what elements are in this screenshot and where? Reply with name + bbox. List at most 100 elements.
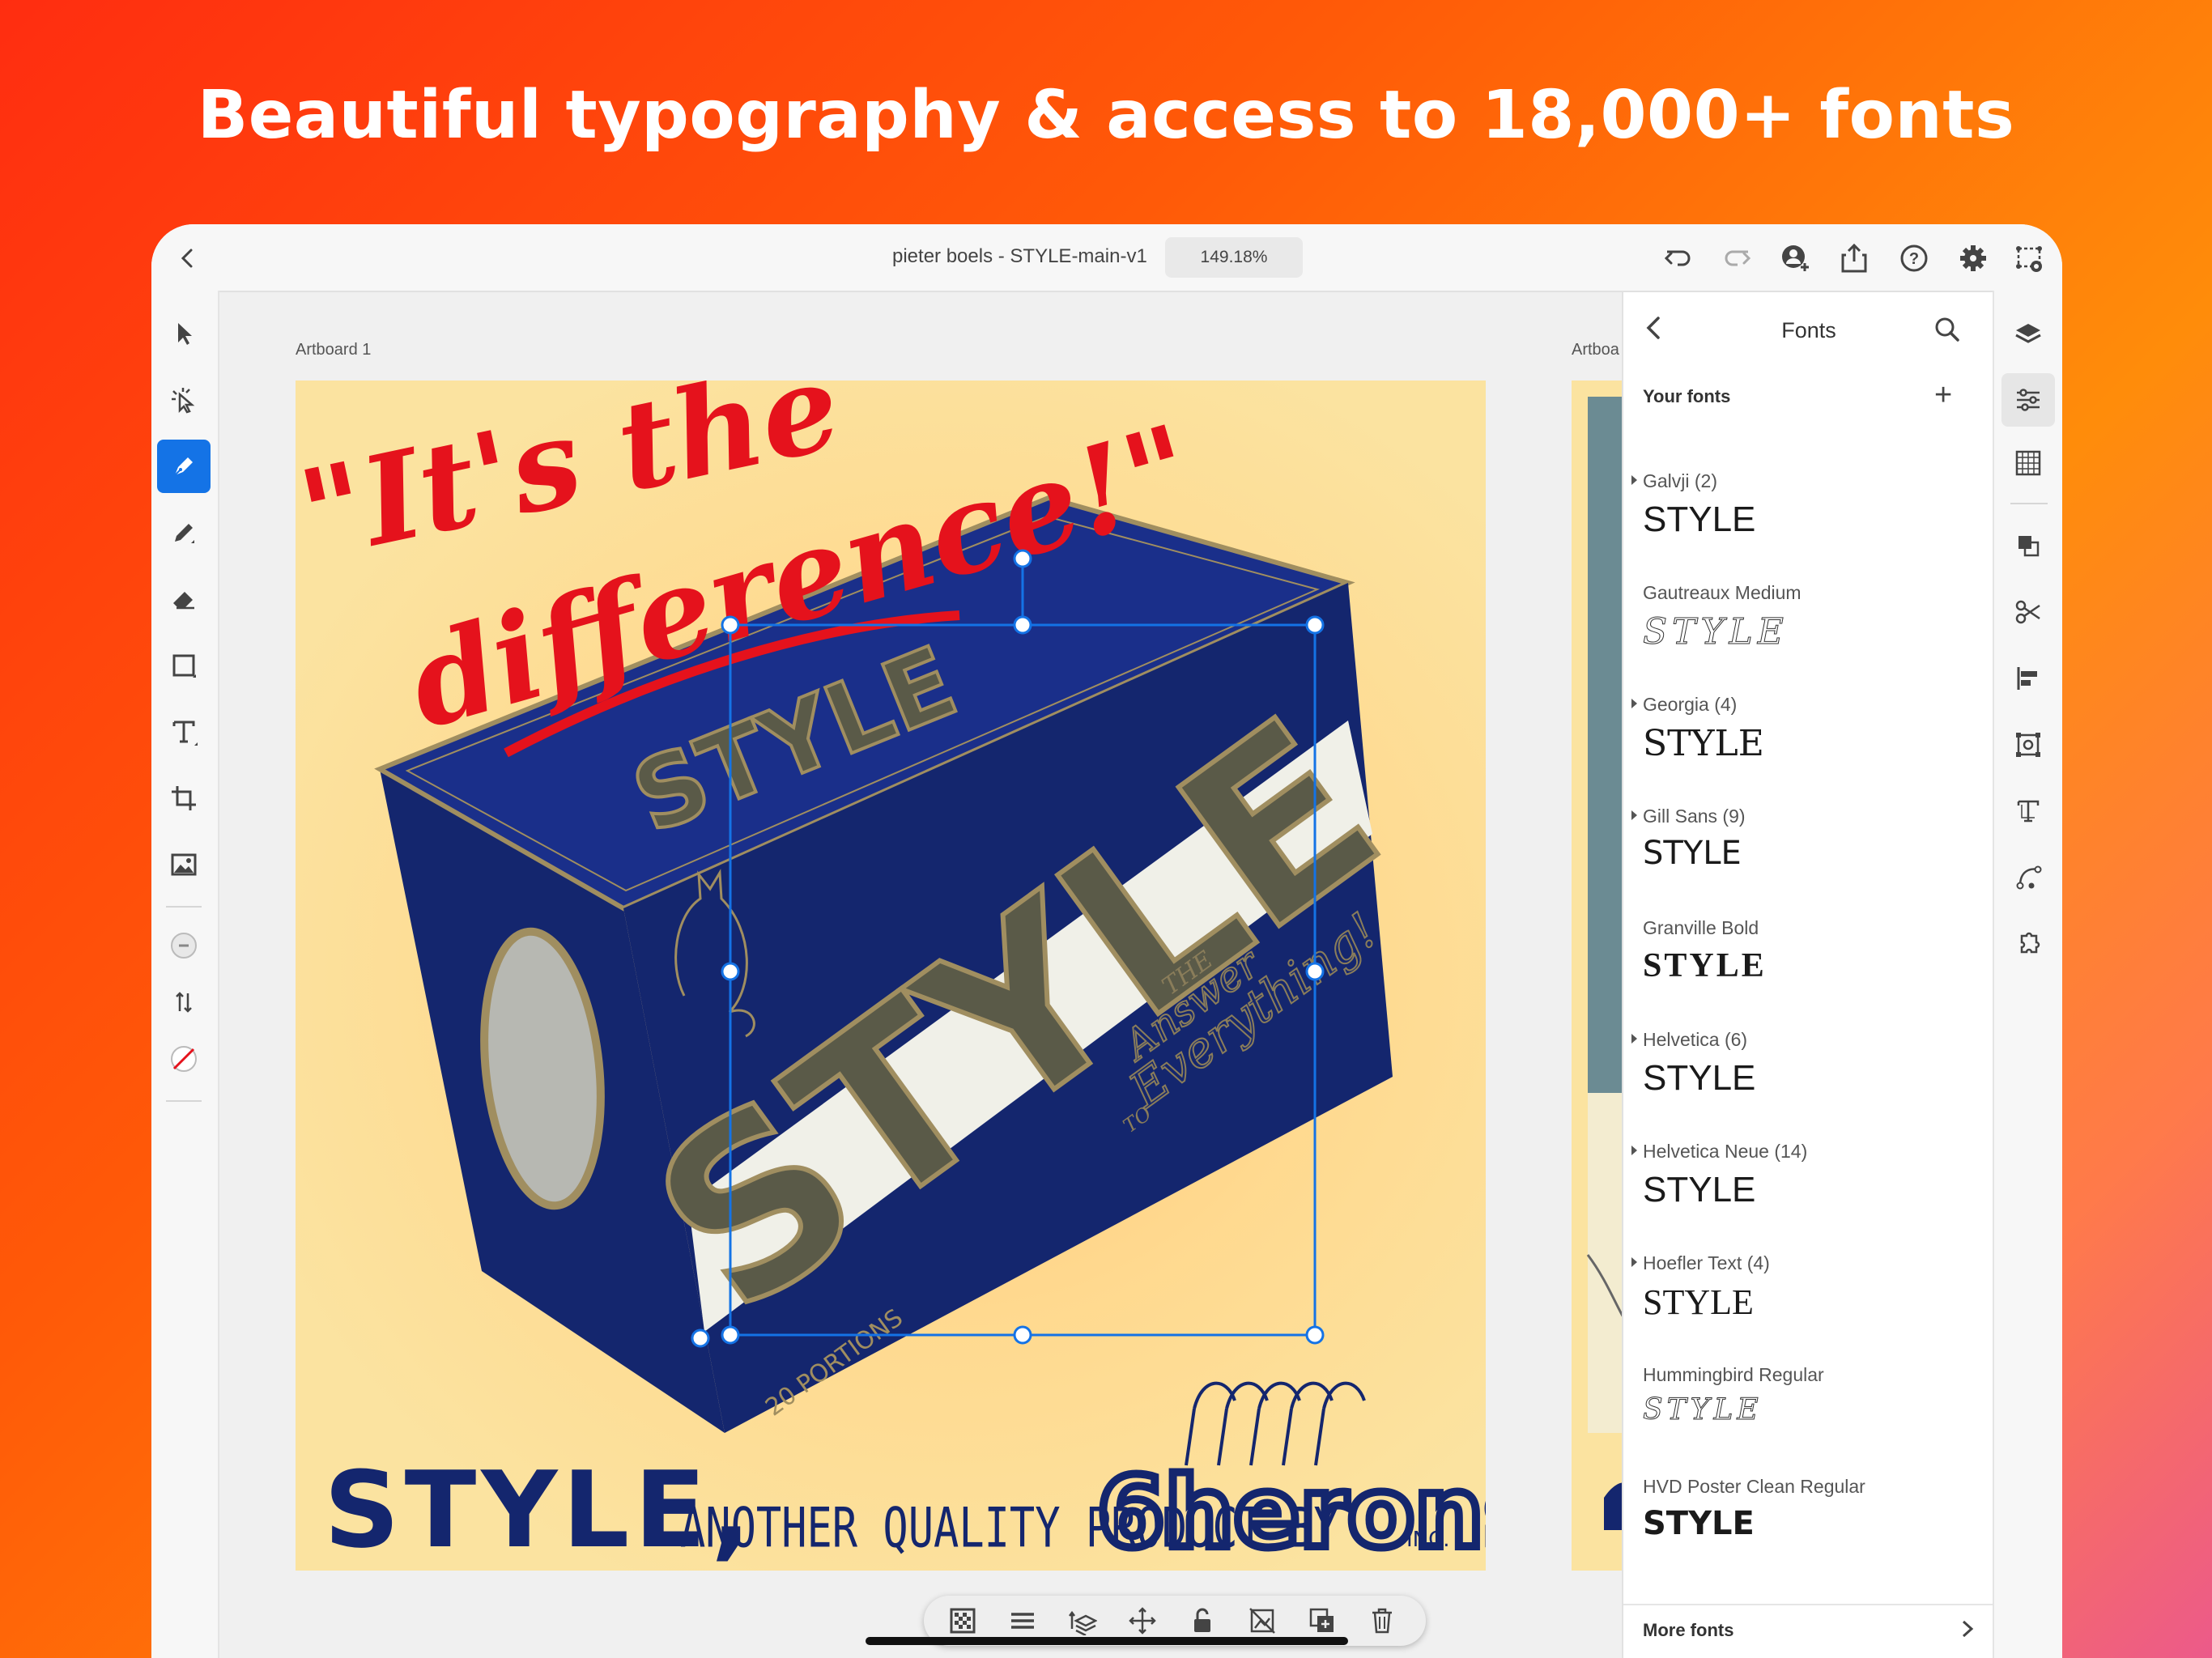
font-list-item[interactable]: Helvetica Neue (14) STYLE (1623, 1141, 1994, 1252)
move-icon[interactable] (1128, 1606, 1157, 1635)
chevron-right-icon (1955, 1617, 1980, 1647)
prototype-icon[interactable] (2012, 240, 2048, 276)
artboard1-label[interactable]: Artboard 1 (296, 341, 371, 359)
font-name: Galvji (2) (1643, 470, 1718, 491)
properties-icon[interactable] (2001, 373, 2055, 427)
font-name: Helvetica Neue (14) (1643, 1141, 1808, 1162)
font-list-item[interactable]: HVD Poster Clean Regular STYLE (1623, 1476, 1994, 1588)
font-list-item[interactable]: Gautreaux Medium STYLE (1623, 582, 1994, 694)
headline: Beautiful typography & access to 18,000+… (197, 77, 2015, 154)
pen-icon[interactable] (157, 440, 211, 493)
font-name: Gautreaux Medium (1643, 582, 1802, 603)
font-sample: STYLE (1643, 1170, 1756, 1209)
plugins-icon[interactable] (2001, 917, 2055, 971)
menu-icon[interactable] (1008, 1606, 1037, 1635)
disclosure-triangle-icon[interactable] (1631, 1146, 1637, 1155)
footer-inc: INC. (1406, 1528, 1450, 1552)
divider (2010, 503, 2048, 504)
search-icon[interactable] (1931, 313, 1963, 346)
swap-icon[interactable] (157, 976, 211, 1029)
eraser-icon[interactable] (157, 572, 211, 626)
font-list-item[interactable]: Hummingbird Regular STYLE (1623, 1364, 1994, 1476)
invite-icon[interactable] (1777, 240, 1813, 276)
undo-icon[interactable] (1660, 240, 1695, 276)
herons-illustration (1185, 1381, 1366, 1466)
layers-icon[interactable] (2001, 307, 2055, 360)
more-fonts-label: More fonts (1643, 1620, 1734, 1640)
divider (166, 906, 202, 908)
scissors-icon[interactable] (2001, 585, 2055, 639)
artboard2-label[interactable]: Artboa (1572, 341, 1619, 359)
font-sample: STYLE (1643, 723, 1764, 764)
font-name: HVD Poster Clean Regular (1643, 1476, 1865, 1497)
font-name: Helvetica (6) (1643, 1029, 1748, 1050)
direct-select-icon[interactable] (157, 373, 211, 427)
help-icon[interactable]: ? (1896, 240, 1932, 276)
crop-icon[interactable] (157, 772, 211, 825)
home-indicator[interactable] (866, 1637, 1348, 1645)
font-list-item[interactable]: Georgia (4) STYLE (1623, 694, 1994, 806)
disclosure-triangle-icon[interactable] (1631, 475, 1637, 485)
duplicate-icon[interactable] (1308, 1606, 1337, 1635)
font-sample: STYLE (1643, 835, 1742, 872)
divider (166, 1100, 202, 1102)
disclosure-triangle-icon[interactable] (1631, 1257, 1637, 1267)
zoom-level[interactable]: 149.18% (1165, 237, 1303, 278)
ipad-frame: pieter boels - STYLE-main-v1 149.18% ? A… (151, 224, 2062, 1658)
settings-icon[interactable] (1955, 240, 1991, 276)
mask-icon[interactable] (1248, 1606, 1277, 1635)
svg-text:?: ? (1909, 250, 1919, 268)
image-icon[interactable] (157, 838, 211, 891)
redo-icon[interactable] (1720, 240, 1755, 276)
transform-icon[interactable] (2001, 718, 2055, 772)
artboard-1[interactable]: STYLE STYLE Everything! THE Answer TO 20… (296, 380, 1486, 1571)
font-name: Gill Sans (9) (1643, 806, 1746, 827)
disclosure-triangle-icon[interactable] (1631, 810, 1637, 820)
back-icon[interactable] (172, 242, 204, 274)
fonts-panel: Fonts Your fonts + Galvji (2) STYLE Gautre… (1622, 292, 1994, 1658)
pencil-icon[interactable] (157, 506, 211, 559)
arrange-icon[interactable] (2001, 519, 2055, 572)
font-name: Georgia (4) (1643, 694, 1738, 715)
minus-circle-icon[interactable] (157, 919, 211, 972)
right-toolbar (1993, 291, 2062, 1658)
share-icon[interactable] (1836, 240, 1872, 276)
font-sample: STYLE (1643, 500, 1756, 539)
font-list-item[interactable]: Granville Bold STYLE (1623, 917, 1994, 1029)
no-fill-icon[interactable] (157, 1032, 211, 1086)
text-icon[interactable] (157, 705, 211, 759)
disclosure-triangle-icon[interactable] (1631, 699, 1637, 708)
rectangle-icon[interactable] (157, 639, 211, 692)
left-toolbar (151, 291, 219, 1658)
grid-icon[interactable] (2001, 436, 2055, 490)
more-fonts-button[interactable]: More fonts (1623, 1604, 1994, 1658)
font-list-item[interactable]: Hoefler Text (4) STYLE (1623, 1252, 1994, 1364)
font-sample: STYLE (1643, 1058, 1756, 1098)
document-title[interactable]: pieter boels - STYLE-main-v1 (892, 245, 1147, 268)
font-name: Granville Bold (1643, 917, 1759, 938)
font-sample: STYLE (1643, 947, 1767, 984)
disclosure-triangle-icon[interactable] (1631, 1034, 1637, 1044)
select-icon[interactable] (157, 307, 211, 360)
font-sample: STYLE (1643, 1393, 1763, 1427)
opacity-icon[interactable] (948, 1606, 977, 1635)
align-icon[interactable] (2001, 652, 2055, 705)
font-list-item[interactable]: Gill Sans (9) STYLE (1623, 806, 1994, 917)
canvas[interactable]: Artboard 1 Artboa STYLE STYLE Everything… (219, 292, 1636, 1658)
font-sample: STYLE (1643, 611, 1789, 653)
stack-icon[interactable] (1068, 1606, 1098, 1637)
font-list-item[interactable]: Helvetica (6) STYLE (1623, 1029, 1994, 1141)
font-sample: STYLE (1643, 1505, 1755, 1542)
add-font-icon[interactable]: + (1934, 380, 1952, 410)
lock-icon[interactable] (1188, 1606, 1217, 1635)
delete-icon[interactable] (1368, 1606, 1397, 1635)
font-sample: STYLE (1643, 1282, 1754, 1322)
path-icon[interactable] (2001, 851, 2055, 904)
top-bar: pieter boels - STYLE-main-v1 149.18% ? (151, 224, 2062, 292)
font-list-item[interactable]: Galvji (2) STYLE (1623, 470, 1994, 582)
type-icon[interactable] (2001, 784, 2055, 838)
font-name: Hummingbird Regular (1643, 1364, 1824, 1385)
your-fonts-label: Your fonts (1643, 386, 1731, 406)
footer-brand: 6herons (1097, 1457, 1486, 1570)
artwork: STYLE STYLE Everything! THE Answer TO 20… (296, 380, 1486, 1571)
